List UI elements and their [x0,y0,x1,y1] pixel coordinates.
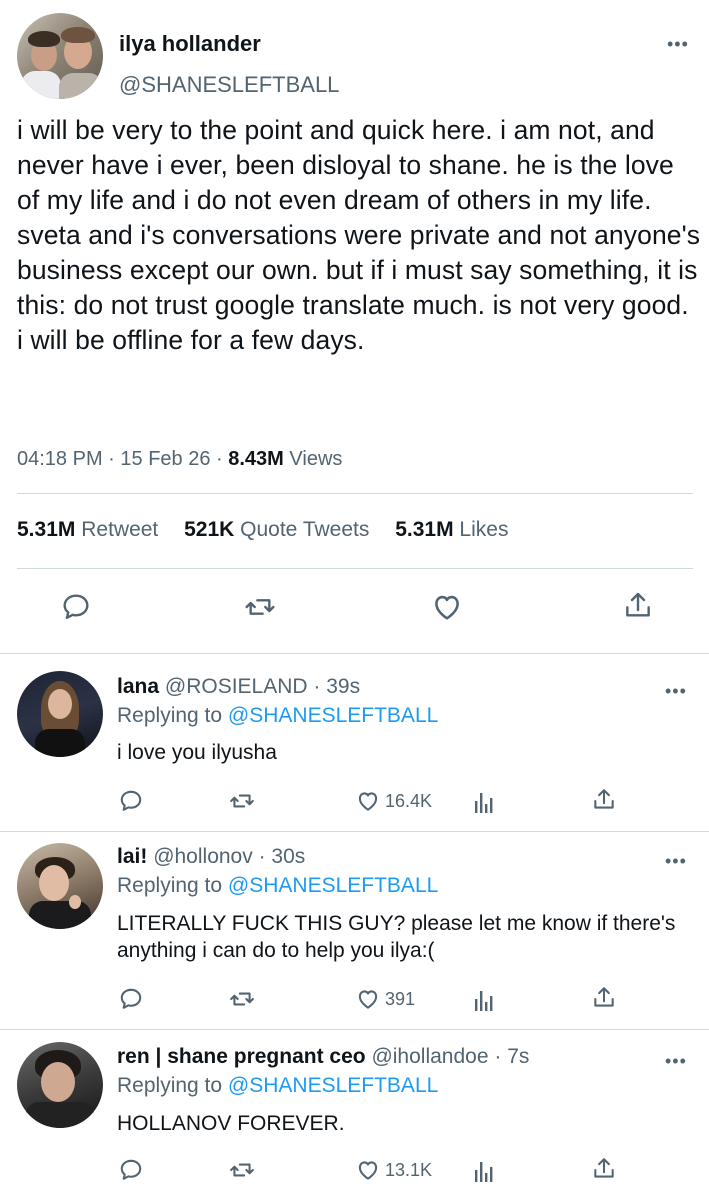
share-button[interactable] [591,984,617,1012]
replying-to-handle[interactable]: @SHANESLEFTBALL [228,1074,438,1097]
retweet-button[interactable] [243,591,277,623]
tweet-text: i will be very to the point and quick he… [17,115,701,355]
reply-button[interactable] [118,788,144,814]
tweet-stats: 5.31M Retweet 521K Quote Tweets 5.31M Li… [17,518,528,542]
reply-author-handle[interactable]: @ihollandoe [371,1045,488,1068]
reply-avatar[interactable] [17,1042,103,1128]
analytics-button[interactable] [473,987,495,1013]
reply-text: i love you ilyusha [117,741,277,764]
retweet-icon [245,599,275,615]
reply-like-count: 13.1K [385,1159,433,1180]
share-icon [594,1158,614,1178]
retweet-button[interactable] [228,1157,256,1183]
retweet-icon [230,794,254,808]
reply-icon [120,1159,142,1180]
reply-button[interactable] [118,1157,144,1183]
reply-time[interactable]: 39s [326,675,360,698]
quotes-stat[interactable]: 521K Quote Tweets [184,518,375,541]
more-options-icon[interactable]: ••• [665,682,687,700]
more-options-icon[interactable]: ••• [665,852,687,870]
reply-avatar[interactable] [17,843,103,929]
divider [17,568,693,569]
share-icon [594,789,614,809]
like-button[interactable]: 391 [354,986,415,1012]
replying-to-handle[interactable]: @SHANESLEFTBALL [228,874,438,897]
retweets-count: 5.31M [17,518,76,541]
retweet-icon [230,992,254,1006]
reply-button[interactable] [118,986,144,1012]
reply-text: HOLLANOV FOREVER. [117,1112,345,1135]
tweet-date[interactable]: 15 Feb 26 [120,448,210,470]
analytics-icon [475,793,493,813]
replying-to: Replying to @SHANESLEFTBALL [117,1074,438,1098]
divider [0,1029,709,1030]
share-button[interactable] [591,786,617,814]
like-icon [358,792,378,811]
reply-time[interactable]: 30s [271,845,305,868]
like-icon [435,595,459,620]
quotes-count: 521K [184,518,235,541]
retweet-button[interactable] [228,986,256,1012]
reply-button[interactable] [60,591,92,623]
analytics-button[interactable] [473,789,495,815]
like-button[interactable]: 16.4K [354,788,432,814]
share-icon [626,592,650,617]
author-handle[interactable]: @SHANESLEFTBALL [119,72,339,98]
analytics-icon [475,991,493,1011]
reply-icon [120,790,142,811]
reply-text: LITERALLY FUCK THIS GUY? please let me k… [117,912,676,962]
reply-header: lai! @hollonov · 30s [117,845,306,868]
analytics-icon [475,1162,493,1182]
reply-icon [63,594,89,619]
reply-like-count: 391 [385,988,416,1009]
likes-label: Likes [459,518,509,541]
like-button[interactable] [430,590,464,624]
retweet-button[interactable] [228,788,256,814]
reply-author-name[interactable]: ren | shane pregnant ceo [117,1045,366,1068]
like-button[interactable]: 13.1K [354,1157,432,1183]
share-button[interactable] [622,589,654,623]
views-count: 8.43M [228,448,284,470]
views-label: Views [289,448,343,470]
reply-avatar[interactable] [17,671,103,757]
reply-like-count: 16.4K [385,790,433,811]
reply-header: lana @ROSIELAND · 39s [117,675,361,698]
replying-to-label: Replying to [117,1074,223,1097]
replying-to: Replying to @SHANESLEFTBALL [117,874,438,898]
share-button[interactable] [591,1155,617,1183]
likes-stat[interactable]: 5.31M Likes [395,518,508,541]
analytics-button[interactable] [473,1158,495,1184]
reply-author-handle[interactable]: @hollonov [153,845,253,868]
divider [17,493,693,494]
reply-author-name[interactable]: lai! [117,845,147,868]
tweet-header: ilya hollander @SHANESLEFTBALL ••• [17,13,697,103]
reply-header: ren | shane pregnant ceo @ihollandoe · 7… [117,1045,530,1068]
likes-count: 5.31M [395,518,454,541]
reply-author-handle[interactable]: @ROSIELAND [165,675,308,698]
retweets-label: Retweet [81,518,159,541]
like-icon [358,990,378,1009]
more-options-icon[interactable]: ••• [665,1052,687,1070]
replying-to-label: Replying to [117,874,223,897]
reply-time[interactable]: 7s [507,1045,529,1068]
reply-author-name[interactable]: lana [117,675,159,698]
like-icon [358,1161,378,1180]
retweet-icon [230,1163,254,1177]
more-options-icon[interactable]: ••• [667,35,689,53]
tweet-time[interactable]: 04:18 PM [17,448,103,470]
tweet-meta: 04:18 PM · 15 Feb 26 · 8.43M Views [17,448,343,470]
retweets-stat[interactable]: 5.31M Retweet [17,518,164,541]
divider [0,831,709,832]
author-avatar[interactable] [17,13,103,99]
replying-to: Replying to @SHANESLEFTBALL [117,704,438,728]
replying-to-handle[interactable]: @SHANESLEFTBALL [228,704,438,727]
author-name[interactable]: ilya hollander [119,31,261,57]
share-icon [594,987,614,1007]
divider [0,653,709,654]
quotes-label: Quote Tweets [240,518,370,541]
reply-icon [120,988,142,1009]
replying-to-label: Replying to [117,704,223,727]
